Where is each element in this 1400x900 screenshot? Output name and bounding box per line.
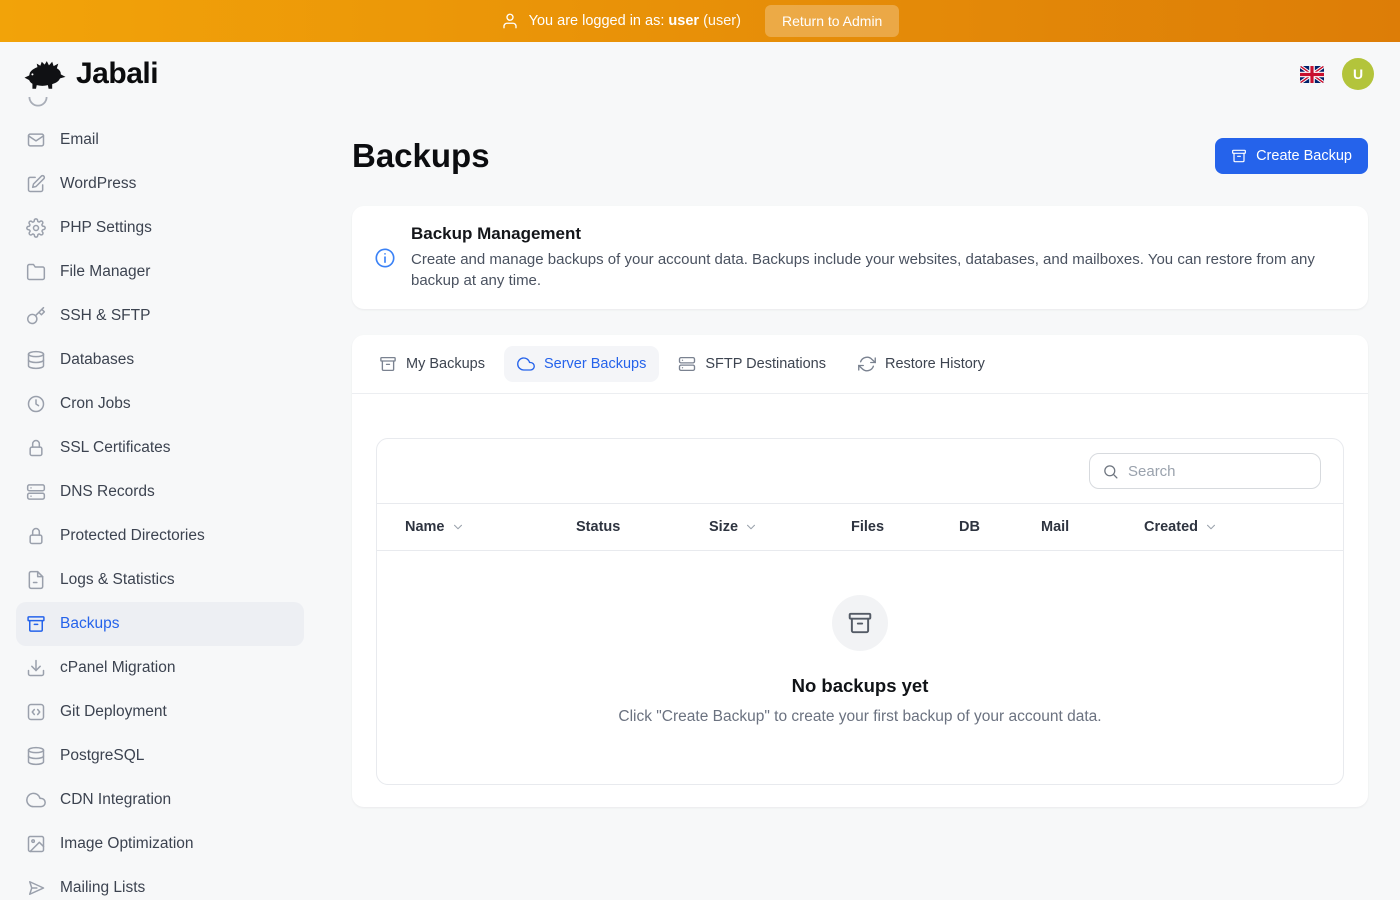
code-icon: [26, 702, 46, 722]
chevron-down-icon: [451, 520, 465, 534]
info-icon: [374, 247, 396, 269]
sidebar-item-mailing-lists[interactable]: Mailing Lists: [16, 866, 304, 900]
sidebar-item-databases[interactable]: Databases: [16, 338, 304, 382]
return-to-admin-button[interactable]: Return to Admin: [765, 5, 899, 37]
logged-in-username: user: [668, 13, 699, 29]
sidebar-item-image-optimization[interactable]: Image Optimization: [16, 822, 304, 866]
brand-name: Jabali: [76, 57, 158, 91]
sidebar-item-email[interactable]: Email: [16, 118, 304, 162]
column-header-size[interactable]: Size: [709, 519, 851, 535]
tab-my-backups[interactable]: My Backups: [366, 346, 498, 382]
sidebar-item-file-manager[interactable]: File Manager: [16, 250, 304, 294]
table-toolbar: [377, 439, 1343, 503]
column-header-files: Files: [851, 519, 959, 535]
archive-icon: [847, 610, 873, 636]
admin-impersonation-bar: You are logged in as: user (user) Return…: [0, 0, 1400, 42]
cloud-icon: [517, 355, 535, 373]
image-icon: [26, 834, 46, 854]
paper-plane-icon: [26, 878, 46, 898]
page-header: Backups Create Backup: [352, 132, 1368, 180]
boar-logo-icon: [22, 55, 68, 93]
sidebar-item-cdn-integration[interactable]: CDN Integration: [16, 778, 304, 822]
partial-sidebar-item-icon: [28, 95, 48, 106]
empty-state: No backups yet Click "Create Backup" to …: [377, 551, 1343, 784]
database-icon: [26, 350, 46, 370]
search-box: [1089, 453, 1321, 489]
lock-icon: [26, 526, 46, 546]
backups-panel: My Backups Server Backups SFTP Destinati…: [352, 335, 1368, 807]
main-content: Backups Create Backup Backup Management …: [320, 106, 1400, 900]
column-header-name[interactable]: Name: [405, 519, 576, 535]
clock-icon: [26, 394, 46, 414]
envelope-icon: [26, 130, 46, 150]
tab-content: Name Status Size Files: [352, 394, 1368, 807]
download-icon: [26, 658, 46, 678]
layout: Email WordPress PHP Settings File Manage…: [0, 106, 1400, 900]
refresh-icon: [858, 355, 876, 373]
sidebar-item-cron-jobs[interactable]: Cron Jobs: [16, 382, 304, 426]
search-icon: [1102, 463, 1119, 480]
sidebar-item-ssl-certificates[interactable]: SSL Certificates: [16, 426, 304, 470]
sidebar: Email WordPress PHP Settings File Manage…: [0, 106, 320, 900]
user-icon: [501, 12, 519, 30]
server-icon: [26, 482, 46, 502]
tab-server-backups[interactable]: Server Backups: [504, 346, 659, 382]
sidebar-item-ssh-sftp[interactable]: SSH & SFTP: [16, 294, 304, 338]
pencil-icon: [26, 174, 46, 194]
cloud-icon: [26, 790, 46, 810]
sidebar-item-dns-records[interactable]: DNS Records: [16, 470, 304, 514]
column-header-db: DB: [959, 519, 1041, 535]
create-backup-button[interactable]: Create Backup: [1215, 138, 1368, 174]
chevron-down-icon: [744, 520, 758, 534]
search-input[interactable]: [1128, 463, 1308, 480]
sidebar-item-protected-directories[interactable]: Protected Directories: [16, 514, 304, 558]
sidebar-item-wordpress[interactable]: WordPress: [16, 162, 304, 206]
sidebar-item-postgresql[interactable]: PostgreSQL: [16, 734, 304, 778]
logged-in-role: (user): [703, 13, 741, 29]
logged-in-text: You are logged in as: user (user): [529, 13, 741, 29]
tab-sftp-destinations[interactable]: SFTP Destinations: [665, 346, 839, 382]
column-header-created[interactable]: Created: [1144, 519, 1343, 535]
sidebar-item-logs-statistics[interactable]: Logs & Statistics: [16, 558, 304, 602]
app-header: Jabali U: [0, 42, 1400, 106]
archive-icon: [1231, 148, 1247, 164]
archive-icon: [379, 355, 397, 373]
empty-state-title: No backups yet: [397, 675, 1323, 697]
backup-management-info-card: Backup Management Create and manage back…: [352, 206, 1368, 309]
lock-icon: [26, 438, 46, 458]
database-icon: [26, 746, 46, 766]
info-card-text: Backup Management Create and manage back…: [411, 224, 1342, 291]
key-icon: [26, 306, 46, 326]
header-actions: U: [1300, 58, 1374, 90]
sidebar-item-git-deployment[interactable]: Git Deployment: [16, 690, 304, 734]
chevron-down-icon: [1204, 520, 1218, 534]
brand: Jabali: [22, 55, 158, 93]
sidebar-item-php-settings[interactable]: PHP Settings: [16, 206, 304, 250]
archive-icon: [26, 614, 46, 634]
info-card-description: Create and manage backups of your accoun…: [411, 250, 1342, 291]
sidebar-item-backups[interactable]: Backups: [16, 602, 304, 646]
folder-icon: [26, 262, 46, 282]
gear-icon: [26, 218, 46, 238]
uk-flag-icon[interactable]: [1300, 66, 1324, 83]
page-title: Backups: [352, 137, 490, 175]
backups-table-card: Name Status Size Files: [376, 438, 1344, 785]
sidebar-item-cpanel-migration[interactable]: cPanel Migration: [16, 646, 304, 690]
table-header-row: Name Status Size Files: [377, 503, 1343, 551]
logged-in-prefix: You are logged in as:: [529, 13, 665, 29]
tab-restore-history[interactable]: Restore History: [845, 346, 998, 382]
column-header-status: Status: [576, 519, 709, 535]
empty-state-message: Click "Create Backup" to create your fir…: [397, 708, 1323, 726]
column-header-mail: Mail: [1041, 519, 1144, 535]
user-avatar[interactable]: U: [1342, 58, 1374, 90]
server-icon: [678, 355, 696, 373]
document-icon: [26, 570, 46, 590]
tab-bar: My Backups Server Backups SFTP Destinati…: [352, 335, 1368, 394]
info-card-title: Backup Management: [411, 224, 1342, 244]
empty-state-icon-circle: [832, 595, 888, 651]
